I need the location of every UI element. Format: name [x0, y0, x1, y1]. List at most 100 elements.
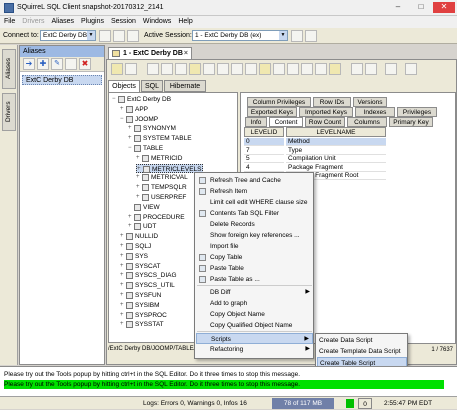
tab-column-privileges[interactable]: Column Privileges [247, 97, 311, 107]
tree-node[interactable]: − JOOMP [120, 115, 158, 124]
grid-cell[interactable]: 7 [244, 147, 284, 155]
bookmark-icon[interactable] [231, 63, 243, 75]
script-icon[interactable] [305, 30, 317, 42]
session-properties-icon[interactable] [291, 30, 303, 42]
menu-item-refresh-item[interactable]: Refresh Item [196, 186, 313, 197]
format-icon[interactable] [203, 63, 215, 75]
properties-icon[interactable] [273, 63, 285, 75]
tree-node[interactable]: + SYSFUN [120, 291, 161, 300]
copy-alias-icon[interactable] [65, 58, 77, 70]
menu-item-show-foreign-key-references[interactable]: Show foreign key references ... [196, 230, 313, 241]
minimize-button[interactable]: – [387, 2, 409, 13]
menu-item-scripts[interactable]: Scripts ▶ [196, 333, 313, 344]
import-icon[interactable] [385, 63, 397, 75]
find-icon[interactable] [217, 63, 229, 75]
submenu-item-create-template-data-script[interactable]: Create Template Data Script [317, 346, 407, 357]
menu-file[interactable]: File [0, 16, 18, 25]
tree-node[interactable]: + SYSCS_UTIL [120, 281, 175, 290]
logs-status[interactable]: Logs: Errors 0, Warnings 0, Infos 16 [143, 398, 247, 409]
tree-node[interactable]: + TEMPSQLR [136, 183, 187, 192]
tab-sql[interactable]: SQL [141, 80, 163, 92]
tree-node[interactable]: + SYSTEM TABLE [128, 134, 192, 143]
tree-node[interactable]: + METRICVAL [136, 173, 188, 182]
menu-item-delete-records[interactable]: Delete Records [196, 219, 313, 230]
close-session-icon[interactable] [301, 63, 313, 75]
tab-row-count[interactable]: Row Count [305, 117, 345, 127]
tab-content[interactable]: Content [269, 117, 303, 127]
close-button[interactable]: ✕ [433, 2, 455, 13]
history-icon[interactable] [245, 63, 257, 75]
grid-cell[interactable]: 0 [244, 138, 284, 146]
rollback-icon[interactable] [147, 63, 159, 75]
refresh-icon[interactable] [287, 63, 299, 75]
sql-editor-icon[interactable] [111, 63, 123, 75]
tree-node[interactable]: − ExtC Derby DB [112, 95, 171, 104]
tree-node[interactable]: + SYSPROC [120, 311, 167, 320]
edit-alias-icon[interactable]: ✎ [51, 58, 63, 70]
export-icon[interactable] [365, 63, 377, 75]
tab-hibernate[interactable]: Hibernate [164, 80, 206, 92]
tree-node[interactable]: VIEW [128, 203, 160, 212]
menu-plugins[interactable]: Plugins [77, 16, 107, 25]
tree-node[interactable]: + USERPREF [136, 193, 186, 202]
grid-cell[interactable]: Type [286, 147, 386, 155]
menu-help[interactable]: Help [174, 16, 195, 25]
alias-item[interactable]: ExtC Derby DB [22, 75, 102, 85]
tree-node[interactable]: + SYNONYM [128, 124, 176, 133]
grid-header-levelid[interactable]: LEVELID [244, 127, 284, 137]
connect-alias-icon[interactable]: ➔ [23, 58, 35, 70]
tree-node[interactable]: + NULLID [120, 232, 158, 241]
menu-windows[interactable]: Windows [139, 16, 174, 25]
tree-node[interactable]: + SYSSTAT [120, 320, 164, 329]
tab-exported-keys[interactable]: Exported Keys [247, 107, 297, 117]
tab-indexes[interactable]: Indexes [355, 107, 395, 117]
sql-icon[interactable] [127, 30, 139, 42]
stop-icon[interactable] [175, 63, 187, 75]
submenu-item-create-data-script[interactable]: Create Data Script [317, 335, 407, 346]
connect-icon[interactable] [99, 30, 111, 42]
active-session-combo[interactable]: 1 - ExtC Derby DB (ex) ▼ [192, 30, 288, 41]
commit-icon[interactable] [125, 63, 137, 75]
grid-cell[interactable]: 5 [244, 155, 284, 163]
tab-objects[interactable]: Objects [108, 80, 140, 92]
tree-node[interactable]: + SYSIBM [120, 301, 160, 310]
delete-alias-icon[interactable]: ✖ [79, 58, 91, 70]
explain-icon[interactable] [189, 63, 201, 75]
tree-node[interactable]: + SQLJ [120, 242, 151, 251]
tree-node[interactable]: + PROCEDURE [128, 213, 185, 222]
grid-cell[interactable]: Compilation Unit [286, 155, 386, 163]
tab-info[interactable]: Info [245, 117, 267, 127]
tree-node[interactable]: − TABLE [128, 144, 163, 153]
tree-node[interactable]: + SYS [120, 252, 148, 261]
menu-item-contents-tab-sql-filter[interactable]: Contents Tab SQL Filter [196, 208, 313, 219]
menu-item-copy-qualified-object-name[interactable]: Copy Qualified Object Name [196, 320, 313, 331]
tree-node[interactable]: + APP [120, 105, 148, 114]
memory-gauge[interactable]: 78 of 117 MB [272, 398, 334, 409]
menu-item-add-to-graph[interactable]: Add to graph [196, 298, 313, 309]
menu-item-db-diff[interactable]: DB Diff ▶ [196, 287, 313, 298]
side-tab-drivers[interactable]: Drivers [2, 93, 16, 131]
grid-cell[interactable]: Method [286, 138, 386, 146]
tree-node[interactable]: + METRICLEVELS [136, 163, 203, 173]
session-tab[interactable]: 1 - ExtC Derby DB × [108, 47, 192, 59]
connect-combo[interactable]: ExtC Derby DB ▼ [40, 30, 96, 41]
tree-node[interactable]: + SYSCAT [120, 262, 161, 271]
new-session-icon[interactable] [113, 30, 125, 42]
menu-item-paste-table-as[interactable]: Paste Table as ... [196, 274, 313, 285]
grid-cell[interactable]: Package Fragment [286, 164, 386, 172]
menu-item-copy-object-name[interactable]: Copy Object Name [196, 309, 313, 320]
prev-icon[interactable] [315, 63, 327, 75]
tab-privileges[interactable]: Privileges [397, 107, 437, 117]
menu-item-refresh-tree-and-cache[interactable]: Refresh Tree and Cache [196, 175, 313, 186]
tab-imported-keys[interactable]: Imported Keys [299, 107, 353, 117]
warning-icon[interactable] [405, 63, 417, 75]
tree-node[interactable]: + METRICID [136, 154, 182, 163]
side-tab-aliases[interactable]: Aliases [2, 49, 16, 89]
add-alias-icon[interactable]: ✚ [37, 58, 49, 70]
graph-icon[interactable] [351, 63, 363, 75]
grid-cell[interactable]: 4 [244, 164, 284, 172]
maximize-button[interactable]: □ [410, 2, 432, 13]
session-tab-close-icon[interactable]: × [184, 48, 188, 59]
menu-item-limit-cell-edit-where-clause-size[interactable]: Limit cell edit WHERE clause size [196, 197, 313, 208]
menu-session[interactable]: Session [107, 16, 139, 25]
